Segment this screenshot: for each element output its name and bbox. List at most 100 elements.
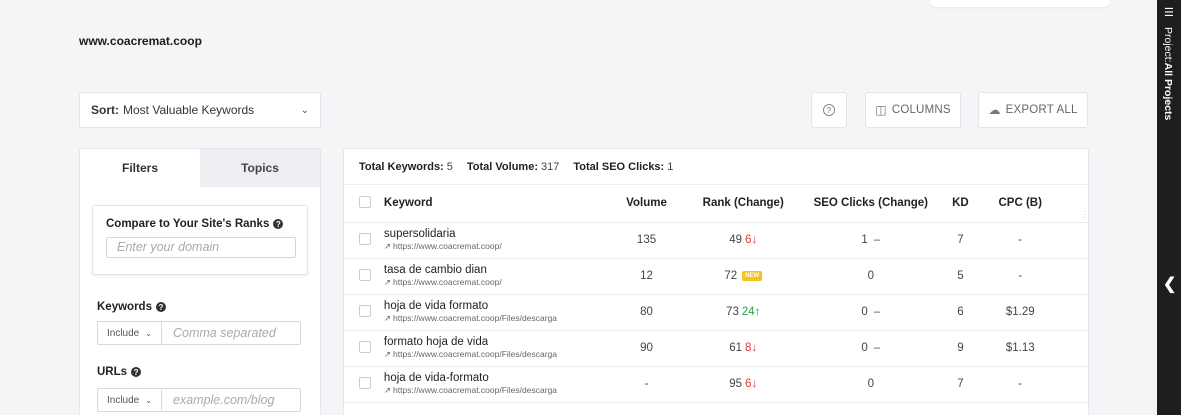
scroll-handle[interactable]: ⋮ (1080, 209, 1089, 223)
rank-value: 73 (726, 306, 739, 318)
col-kd[interactable]: KD (940, 185, 981, 223)
keyword-url[interactable]: ↗ https://www.coacremat.coop/Files/descar… (384, 313, 608, 324)
volume-cell: 12 (607, 258, 686, 295)
external-link-icon: ↗ (383, 277, 392, 287)
seo-clicks-cell: 0– (801, 294, 941, 331)
compare-card: Compare to Your Site's Ranks ? Enter you… (92, 205, 308, 275)
table-body: supersolidaria ↗ https://www.coacremat.coo… (344, 222, 1088, 403)
row-checkbox[interactable] (359, 304, 371, 317)
rank-change-down: 6↓ (745, 378, 758, 390)
col-rank[interactable]: Rank (Change) (685, 185, 802, 223)
total-keywords-value: 5 (446, 160, 453, 173)
seo-clicks-value: 0 (861, 306, 868, 318)
row-select-cell (344, 258, 384, 295)
help-button[interactable]: ? (811, 92, 847, 128)
cpc-cell: - (980, 222, 1061, 259)
col-cpc[interactable]: CPC (B) (980, 185, 1061, 223)
keywords-include-select[interactable]: Include ⌄ (97, 321, 161, 345)
kd-cell: 7 (940, 222, 981, 259)
keyword-cell: formato hoja de vida ↗ https://www.coacrem… (383, 330, 608, 367)
col-keyword[interactable]: Keyword (383, 185, 608, 223)
new-badge: NEW (742, 270, 763, 281)
keyword-text[interactable]: hoja de vida formato (384, 300, 608, 313)
columns-button[interactable]: ◫ COLUMNS (865, 92, 961, 128)
kd-cell: 5 (940, 258, 981, 295)
chevron-down-icon: ⌄ (300, 104, 309, 116)
chevron-left-icon[interactable]: ❮ (1163, 274, 1176, 294)
row-checkbox[interactable] (359, 232, 371, 245)
chevron-down-icon: ⌄ (145, 328, 152, 338)
tab-filters[interactable]: Filters (80, 149, 200, 187)
urls-filter: Include ⌄ example.com/blog (97, 388, 301, 412)
keyword-text[interactable]: supersolidaria (384, 228, 608, 241)
total-volume-value: 317 (540, 160, 560, 173)
rank-value: 72 (724, 270, 738, 282)
row-select-cell (344, 294, 384, 331)
row-checkbox[interactable] (359, 376, 371, 389)
select-all-checkbox[interactable] (359, 195, 371, 208)
col-seo-clicks[interactable]: SEO Clicks (Change) (801, 185, 941, 223)
external-link-icon: ↗ (383, 349, 392, 359)
columns-icon: ◫ (875, 103, 887, 117)
rank-value: 61 (729, 342, 743, 354)
rank-cell: 61 8↓ (685, 330, 802, 367)
rank-change-down: 8↓ (745, 342, 758, 354)
keyword-url[interactable]: ↗ https://www.coacremat.coop/ (384, 241, 608, 252)
keyword-text[interactable]: tasa de cambio dian (384, 264, 608, 277)
keywords-input[interactable]: Comma separated (161, 321, 301, 345)
sort-value: Most Valuable Keywords (123, 103, 255, 117)
seo-change: – (873, 234, 881, 246)
keyword-url[interactable]: ↗ https://www.coacremat.coop/Files/descar… (384, 385, 608, 396)
keyword-url[interactable]: ↗ https://www.coacremat.coop/ (384, 277, 608, 288)
help-icon[interactable]: ? (273, 219, 284, 229)
project-value: All Projects (1162, 62, 1174, 121)
row-checkbox[interactable] (359, 268, 371, 281)
sort-label: Sort: (91, 103, 119, 117)
table-row: formato hoja de vida ↗ https://www.coacrem… (344, 330, 1088, 367)
help-icon[interactable]: ? (131, 367, 142, 377)
chevron-down-icon: ⌄ (145, 395, 152, 405)
seo-clicks-value: 1 (861, 234, 868, 246)
domain-input[interactable]: Enter your domain (106, 237, 296, 258)
keywords-table: Keyword Volume Rank (Change) SEO Clicks … (344, 185, 1088, 403)
urls-input[interactable]: example.com/blog (161, 388, 301, 412)
pad-cell (1060, 294, 1088, 331)
filter-tabs: Filters Topics (80, 149, 320, 187)
total-volume-label: Total Volume: (466, 160, 538, 173)
rank-cell: 72 NEW (685, 258, 802, 295)
tab-topics[interactable]: Topics (200, 149, 320, 187)
export-label: EXPORT ALL (1005, 104, 1078, 116)
total-clicks-value: 1 (667, 160, 674, 173)
total-keywords-label: Total Keywords: (359, 160, 444, 173)
seo-clicks-cell: 1– (801, 222, 941, 259)
urls-include-select[interactable]: Include ⌄ (97, 388, 161, 412)
help-icon[interactable]: ? (155, 302, 166, 312)
kd-cell: 9 (940, 330, 981, 367)
row-checkbox[interactable] (359, 340, 371, 353)
compare-label: Compare to Your Site's Ranks (106, 218, 270, 230)
pad-cell (1060, 330, 1088, 367)
keyword-text[interactable]: formato hoja de vida (384, 336, 608, 349)
keyword-url[interactable]: ↗ https://www.coacremat.coop/Files/descar… (384, 349, 608, 360)
keywords-label-row: Keywords ? (97, 301, 166, 313)
keywords-label: Keywords (97, 301, 152, 313)
row-select-cell (344, 330, 384, 367)
table-row: hoja de vida-formato ↗ https://www.coacrem… (344, 366, 1088, 403)
seo-clicks-cell: 0– (801, 330, 941, 367)
urls-label: URLs (97, 366, 128, 378)
project-selector[interactable]: Project:All Projects (1162, 27, 1174, 120)
sort-dropdown[interactable]: Sort: Most Valuable Keywords ⌄ (79, 92, 321, 128)
export-all-button[interactable]: ☁ EXPORT ALL (978, 92, 1088, 128)
keywords-filter: Include ⌄ Comma separated (97, 321, 301, 345)
cpc-cell: - (980, 258, 1061, 295)
cpc-cell: - (980, 366, 1061, 403)
volume-cell: 90 (607, 330, 686, 367)
volume-cell: 80 (607, 294, 686, 331)
rank-cell: 49 6↓ (685, 222, 802, 259)
keyword-cell: hoja de vida-formato ↗ https://www.coacrem… (383, 366, 608, 403)
menu-icon[interactable]: ☰ (1164, 6, 1174, 19)
col-volume[interactable]: Volume (607, 185, 686, 223)
keyword-cell: tasa de cambio dian ↗ https://www.coacrema… (383, 258, 608, 295)
keyword-text[interactable]: hoja de vida-formato (384, 372, 608, 385)
external-link-icon: ↗ (383, 241, 392, 251)
